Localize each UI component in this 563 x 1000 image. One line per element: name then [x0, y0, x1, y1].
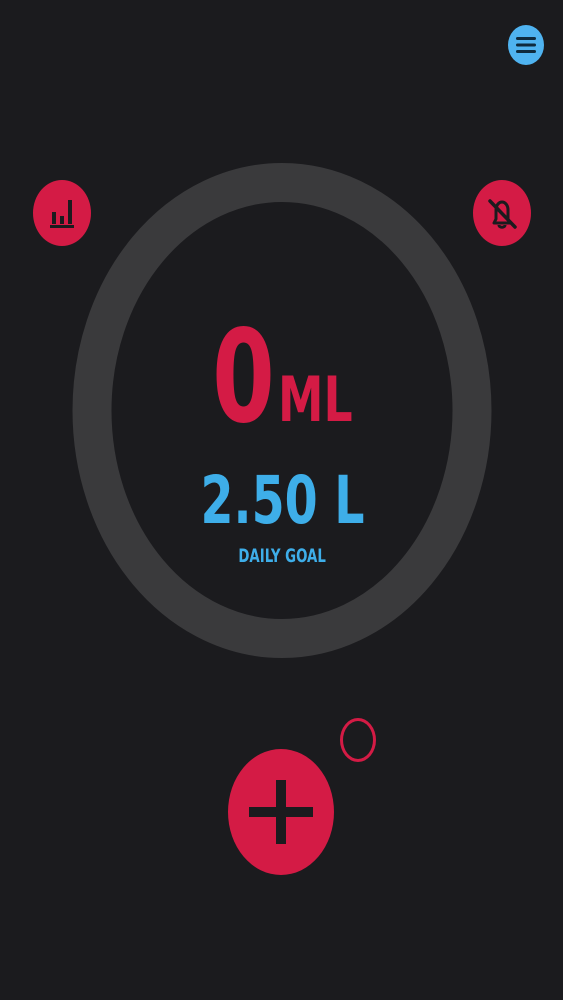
current-intake: 0ML: [72, 314, 492, 442]
menu-icon: [516, 37, 536, 53]
menu-button[interactable]: [508, 25, 544, 65]
daily-goal-label: DAILY GOAL: [72, 545, 492, 567]
add-water-button[interactable]: [228, 749, 334, 875]
goal-value-text: 2.50 L: [200, 462, 364, 539]
plus-icon: [249, 780, 313, 844]
hydration-screen: 0ML 2.50 L DAILY GOAL: [0, 0, 563, 1000]
daily-goal-value[interactable]: 2.50 L: [72, 468, 492, 534]
intake-unit: ML: [277, 363, 353, 436]
intake-display: 0ML 2.50 L DAILY GOAL: [72, 162, 492, 659]
intake-value: 0: [212, 303, 276, 452]
ring-indicator: [340, 718, 376, 762]
goal-label-text: DAILY GOAL: [238, 545, 326, 567]
